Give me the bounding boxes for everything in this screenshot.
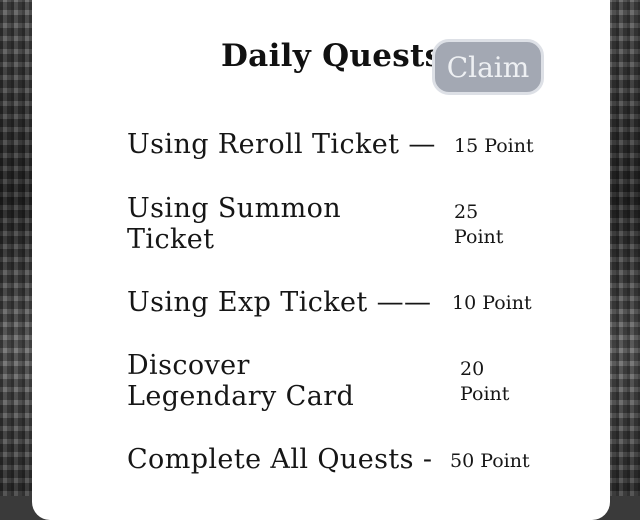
quest-name-exp: Using Exp Ticket —— [127, 287, 432, 318]
quest-name-reroll: Using Reroll Ticket — [127, 129, 436, 160]
quest-points-reroll: 15 Point [454, 135, 534, 157]
claim-button[interactable]: Claim [432, 39, 544, 95]
quest-name-legendary: Discover Legendary Card [127, 350, 355, 412]
quest-points-exp: 10 Point [452, 292, 532, 314]
quest-points-summon: 25 Point [454, 201, 504, 248]
quest-name-complete-all: Complete All Quests - [127, 444, 433, 475]
quest-points-legendary: 20 Point [460, 358, 510, 405]
quest-points-complete-all: 50 Point [450, 450, 530, 472]
panel-title: Daily Quests [221, 38, 443, 74]
quest-name-summon: Using Summon Ticket [127, 193, 342, 255]
